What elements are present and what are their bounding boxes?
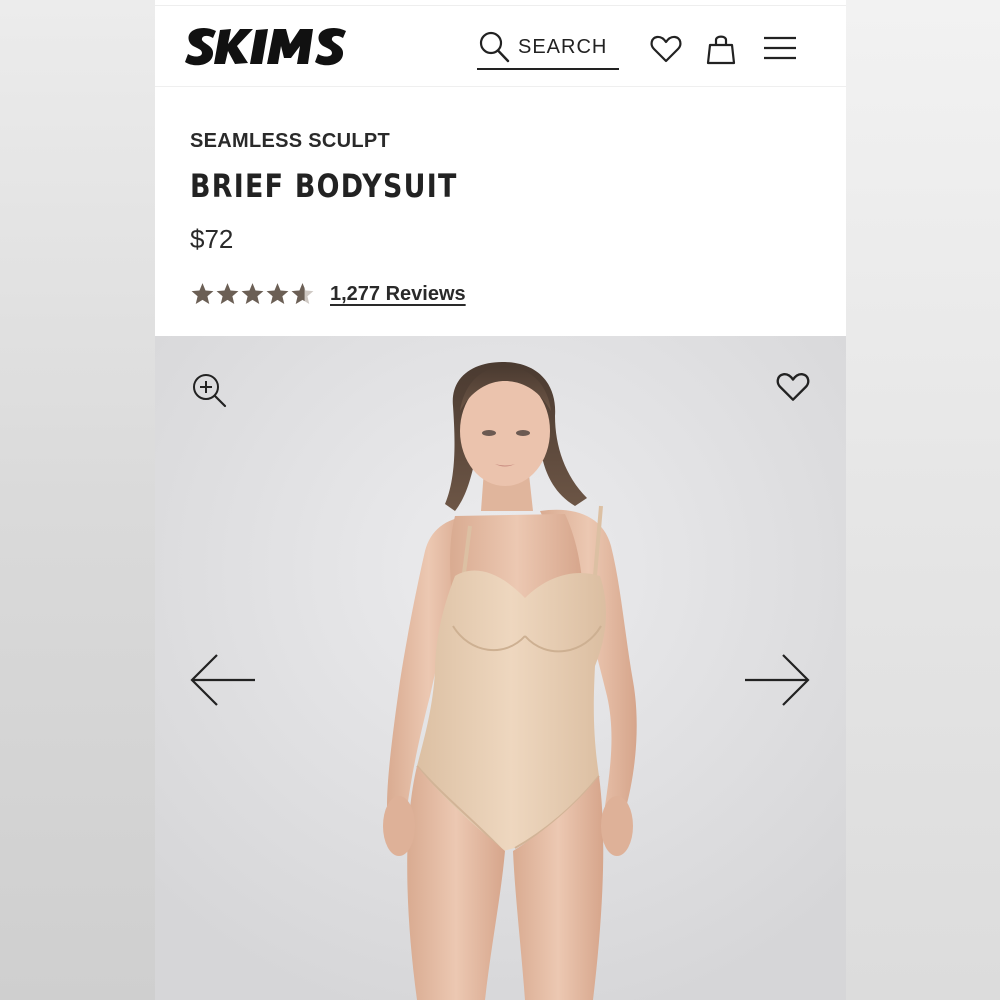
skims-logo[interactable] — [182, 22, 350, 70]
star-icon — [265, 281, 290, 307]
gallery-wishlist-button[interactable] — [775, 369, 811, 405]
shopping-bag-icon — [706, 35, 736, 65]
cart-button[interactable] — [704, 32, 738, 66]
star-icon — [215, 281, 240, 307]
menu-button[interactable] — [763, 32, 797, 66]
star-icon — [190, 281, 215, 307]
right-background — [846, 0, 1000, 1000]
heart-icon — [650, 35, 682, 63]
zoom-in-icon — [193, 374, 227, 408]
product-gallery[interactable] — [155, 336, 846, 1000]
product-rating[interactable]: 1,277 Reviews — [190, 281, 466, 307]
next-image-button[interactable] — [743, 652, 811, 708]
product-title: BRIEF BODYSUIT — [190, 167, 458, 205]
product-price: $72 — [190, 224, 234, 254]
previous-image-button[interactable] — [189, 652, 257, 708]
menu-icon — [764, 36, 796, 60]
reviews-link[interactable]: 1,277 Reviews — [330, 283, 466, 306]
arrow-left-icon — [190, 654, 255, 706]
search-label: SEARCH — [518, 35, 608, 58]
site-header: SEARCH — [155, 5, 846, 87]
wishlist-button[interactable] — [649, 32, 683, 66]
search-icon — [479, 31, 510, 63]
heart-icon — [776, 373, 810, 401]
collection-name: SEAMLESS SCULPT — [190, 130, 391, 152]
star-rating — [190, 281, 315, 307]
mobile-page: SEARCH SEAMLESS SCULPT BRIEF BODYSUIT $7… — [155, 0, 846, 1000]
search-field[interactable]: SEARCH — [477, 26, 619, 70]
arrow-right-icon — [745, 654, 810, 706]
star-icon — [240, 281, 265, 307]
zoom-button[interactable] — [191, 372, 227, 408]
left-background — [0, 0, 155, 1000]
half-star-icon — [290, 281, 315, 307]
